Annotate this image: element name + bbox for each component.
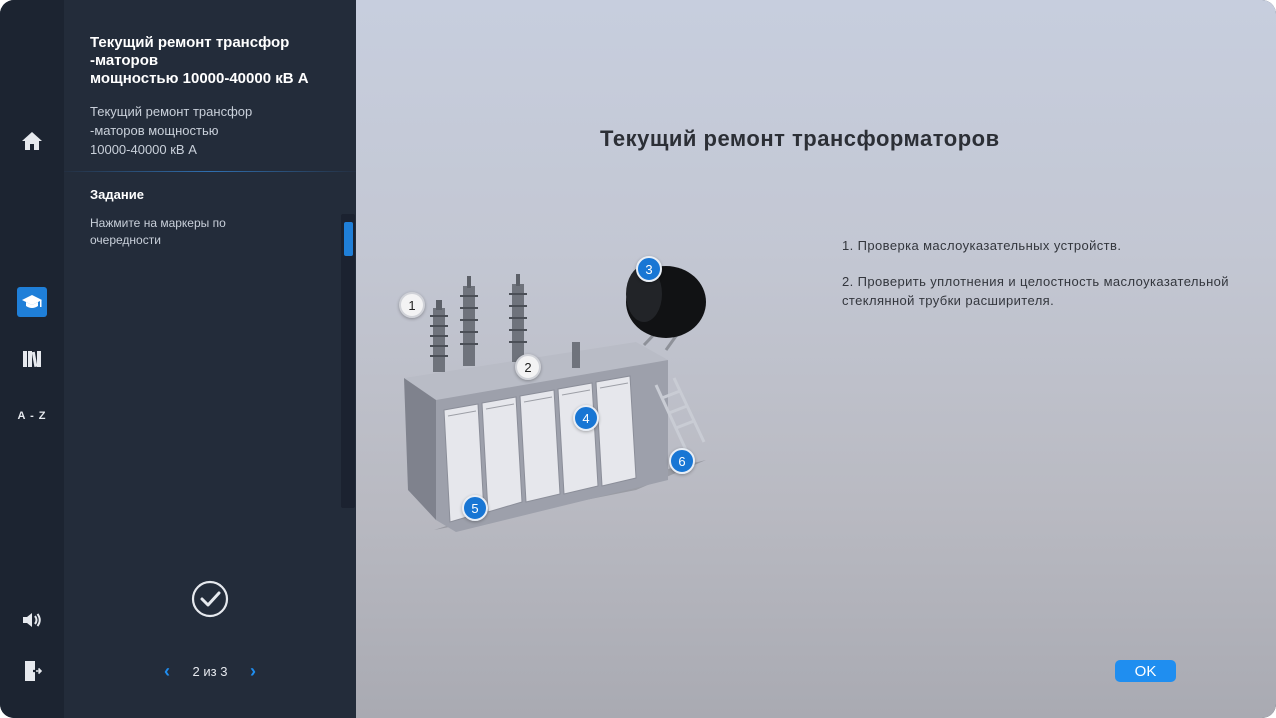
panel-divider	[64, 171, 356, 172]
task-text: Нажмите на маркеры по очередности	[90, 216, 226, 247]
scene-view: Текущий ремонт трансформаторов 1. Провер…	[356, 0, 1276, 718]
instruction-step: 2. Проверить уплотнения и целостность ма…	[842, 274, 1229, 308]
info-panel: Текущий ремонт трансфор -маторов мощност…	[64, 0, 356, 718]
marker-1[interactable]: 1	[399, 292, 425, 318]
pager: ‹ 2 из 3 ›	[164, 660, 256, 682]
complete-button[interactable]	[191, 580, 229, 618]
scene-title: Текущий ремонт трансформаторов	[600, 126, 1000, 151]
course-subtitle: Текущий ремонт трансфор -маторов мощност…	[90, 104, 253, 157]
task-heading: Задание	[90, 187, 144, 202]
course-title: Текущий ремонт трансфор -маторов мощност…	[90, 34, 309, 87]
marker-6[interactable]: 6	[669, 448, 695, 474]
ok-button[interactable]: OK	[1115, 660, 1176, 682]
scrollbar-thumb[interactable]	[344, 222, 353, 256]
sound-button[interactable]	[16, 604, 48, 636]
marker-2[interactable]: 2	[515, 354, 541, 380]
library-icon	[23, 351, 41, 368]
a-z-icon: A - Z	[17, 410, 47, 422]
courses-button[interactable]	[17, 287, 47, 317]
sound-icon	[23, 613, 41, 627]
scrollbar-track[interactable]	[341, 214, 355, 508]
marker-5[interactable]: 5	[462, 495, 488, 521]
checkmark-circle-icon	[191, 580, 229, 618]
marker-4[interactable]: 4	[573, 405, 599, 431]
next-page-button[interactable]: ›	[250, 660, 256, 682]
graduation-cap-icon	[22, 295, 42, 308]
instruction-step: 1. Проверка маслоуказательных устройств.	[842, 238, 1122, 253]
library-button[interactable]	[16, 343, 48, 375]
pager-label: 2 из 3	[192, 663, 228, 679]
transformer-model	[404, 266, 706, 532]
home-icon	[22, 132, 42, 150]
glossary-button[interactable]: A - Z	[16, 400, 48, 432]
icon-rail: A - Z	[0, 0, 64, 718]
exit-icon	[25, 661, 42, 681]
exit-button[interactable]	[16, 655, 48, 687]
app-window: A - Z Текущий ремонт трансфор -маторов м…	[0, 0, 1276, 718]
prev-page-button[interactable]: ‹	[164, 660, 170, 682]
marker-3[interactable]: 3	[636, 256, 662, 282]
instruction-list: 1. Проверка маслоуказательных устройств.…	[842, 236, 1242, 327]
home-button[interactable]	[16, 125, 48, 157]
